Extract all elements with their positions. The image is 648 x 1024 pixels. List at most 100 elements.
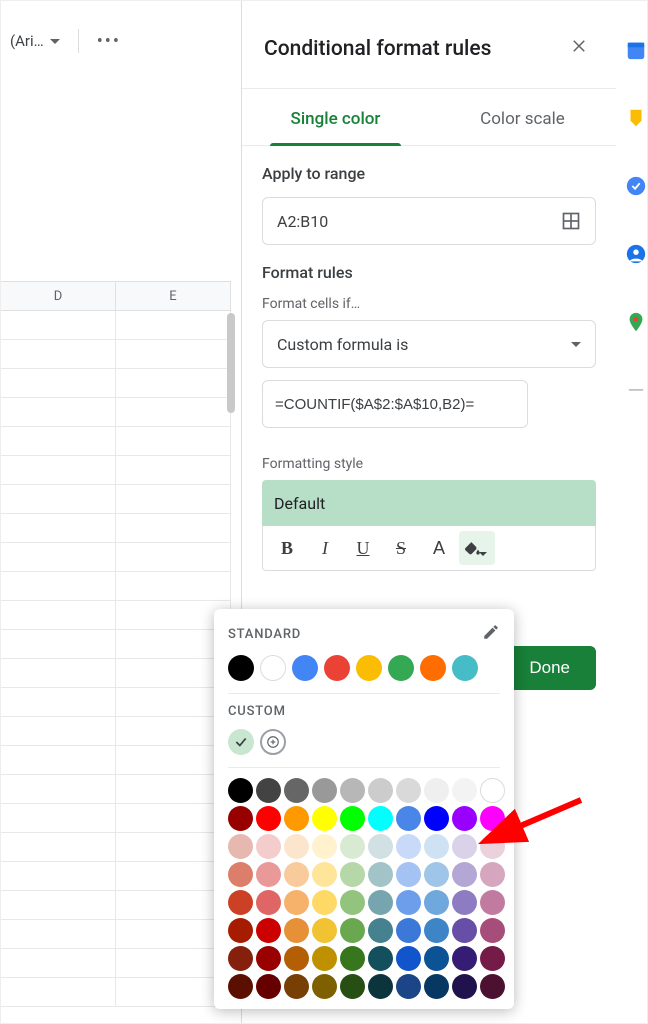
text-color-button[interactable]: A [421,531,457,565]
color-swatch[interactable] [452,890,477,915]
color-swatch[interactable] [480,890,505,915]
color-swatch[interactable] [368,806,393,831]
color-swatch[interactable] [256,834,281,859]
color-swatch[interactable] [312,806,337,831]
custom-color-current[interactable] [228,729,254,755]
underline-button[interactable]: U [345,531,381,565]
color-swatch[interactable] [284,974,309,999]
color-swatch[interactable] [340,778,365,803]
color-swatch[interactable] [368,918,393,943]
color-swatch[interactable] [228,890,253,915]
color-swatch[interactable] [260,655,286,681]
column-header[interactable]: E [116,281,231,311]
font-selector[interactable]: (Ari… [4,27,66,55]
close-panel-button[interactable] [564,31,594,66]
color-swatch[interactable] [312,890,337,915]
tab-single-color[interactable]: Single color [242,89,429,145]
color-swatch[interactable] [228,974,253,999]
range-input[interactable]: A2:B10 [262,197,596,245]
color-swatch[interactable] [368,974,393,999]
color-swatch[interactable] [256,918,281,943]
color-swatch[interactable] [324,655,350,681]
color-swatch[interactable] [368,946,393,971]
color-swatch[interactable] [228,806,253,831]
color-swatch[interactable] [312,974,337,999]
color-swatch[interactable] [228,778,253,803]
color-swatch[interactable] [420,655,446,681]
color-swatch[interactable] [312,778,337,803]
formula-input[interactable]: =COUNTIF($A$2:$A$10,B2)= [262,380,528,428]
color-swatch[interactable] [312,918,337,943]
fill-color-button[interactable] [459,531,495,565]
bold-button[interactable]: B [269,531,305,565]
color-swatch[interactable] [480,918,505,943]
color-swatch[interactable] [480,806,505,831]
color-swatch[interactable] [388,655,414,681]
color-swatch[interactable] [340,918,365,943]
color-swatch[interactable] [284,946,309,971]
maps-icon[interactable] [625,311,647,333]
color-swatch[interactable] [284,778,309,803]
color-swatch[interactable] [480,974,505,999]
color-swatch[interactable] [312,834,337,859]
color-swatch[interactable] [228,862,253,887]
color-swatch[interactable] [424,974,449,999]
color-swatch[interactable] [284,834,309,859]
color-swatch[interactable] [228,834,253,859]
color-swatch[interactable] [256,890,281,915]
color-swatch[interactable] [256,862,281,887]
tab-color-scale[interactable]: Color scale [429,89,616,145]
color-swatch[interactable] [284,890,309,915]
color-swatch[interactable] [480,862,505,887]
color-swatch[interactable] [396,834,421,859]
spreadsheet-grid[interactable]: D E [1,281,231,1007]
style-preview[interactable]: Default [262,480,596,526]
add-custom-color-button[interactable] [260,729,286,755]
color-swatch[interactable] [480,946,505,971]
more-options-button[interactable]: ••• [91,31,127,52]
color-swatch[interactable] [396,918,421,943]
color-swatch[interactable] [340,806,365,831]
keep-icon[interactable] [625,107,647,129]
color-swatch[interactable] [452,862,477,887]
color-swatch[interactable] [368,778,393,803]
color-swatch[interactable] [256,946,281,971]
color-swatch[interactable] [452,974,477,999]
color-swatch[interactable] [284,806,309,831]
color-swatch[interactable] [312,862,337,887]
italic-button[interactable]: I [307,531,343,565]
color-swatch[interactable] [312,946,337,971]
color-swatch[interactable] [452,946,477,971]
color-swatch[interactable] [228,946,253,971]
condition-select[interactable]: Custom formula is [262,320,596,368]
color-swatch[interactable] [356,655,382,681]
color-swatch[interactable] [452,655,478,681]
done-button[interactable]: Done [503,646,596,690]
strikethrough-button[interactable]: S [383,531,419,565]
color-swatch[interactable] [340,862,365,887]
edit-icon[interactable] [482,623,500,645]
color-swatch[interactable] [452,918,477,943]
color-swatch[interactable] [340,974,365,999]
color-swatch[interactable] [396,890,421,915]
calendar-icon[interactable] [625,39,647,61]
color-swatch[interactable] [424,862,449,887]
color-swatch[interactable] [424,918,449,943]
color-swatch[interactable] [256,974,281,999]
color-swatch[interactable] [452,778,477,803]
select-range-icon[interactable] [561,211,581,231]
color-swatch[interactable] [396,974,421,999]
color-swatch[interactable] [452,834,477,859]
color-swatch[interactable] [368,834,393,859]
color-swatch[interactable] [256,806,281,831]
color-swatch[interactable] [480,834,505,859]
color-swatch[interactable] [340,946,365,971]
color-swatch[interactable] [292,655,318,681]
color-swatch[interactable] [424,834,449,859]
color-swatch[interactable] [368,862,393,887]
color-swatch[interactable] [340,834,365,859]
column-header[interactable]: D [1,281,116,311]
color-swatch[interactable] [424,890,449,915]
color-swatch[interactable] [284,862,309,887]
color-swatch[interactable] [424,806,449,831]
